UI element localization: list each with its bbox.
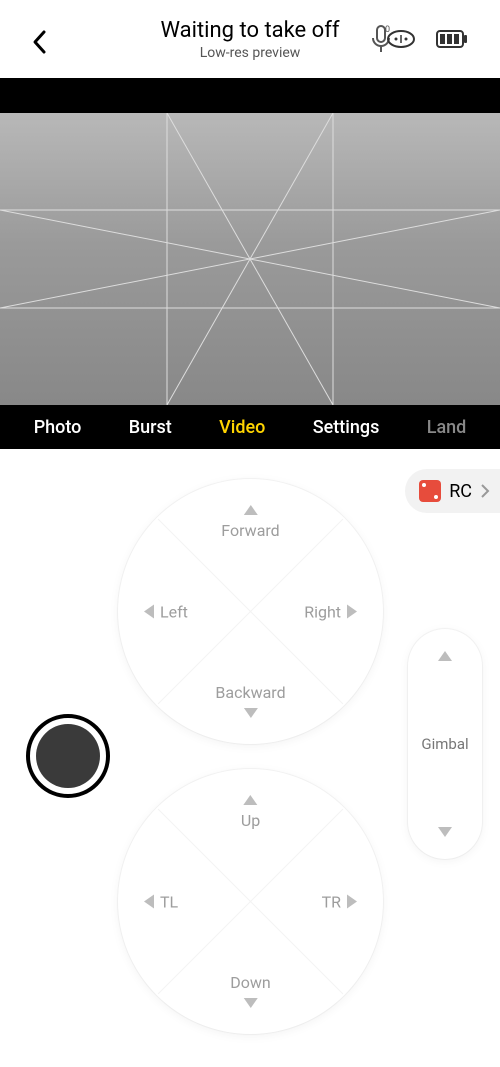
rc-icon: [419, 480, 441, 502]
video-feed[interactable]: [0, 113, 500, 405]
triangle-down-icon: [244, 708, 258, 718]
triangle-left-icon: [144, 895, 154, 909]
gimbal-down-icon[interactable]: [438, 827, 452, 837]
record-inner: [36, 724, 100, 788]
tab-land[interactable]: Land: [427, 417, 467, 438]
tr-label: TR: [322, 892, 341, 911]
triangle-up-icon: [243, 795, 257, 805]
tab-photo[interactable]: Photo: [34, 417, 82, 438]
back-button[interactable]: [30, 28, 50, 60]
tab-burst[interactable]: Burst: [129, 417, 172, 438]
left-label: Left: [160, 602, 188, 621]
down-label: Down: [230, 973, 270, 992]
altitude-joystick[interactable]: Up Down TL TR: [118, 769, 383, 1034]
tl-label: TL: [160, 892, 178, 911]
chevron-left-icon: [30, 28, 50, 56]
left-control[interactable]: Left: [144, 602, 188, 621]
right-control[interactable]: Right: [304, 602, 357, 621]
backward-control[interactable]: Backward: [215, 683, 285, 718]
triangle-up-icon: [243, 505, 257, 515]
gimbal-label: Gimbal: [421, 735, 468, 753]
controller-icon[interactable]: [386, 28, 416, 50]
turn-right-control[interactable]: TR: [322, 892, 357, 911]
forward-label: Forward: [221, 521, 279, 540]
up-label: Up: [241, 811, 260, 830]
header-icons: [386, 28, 468, 50]
triangle-left-icon: [144, 605, 154, 619]
controls-area: RC Forward Backward Left Right G: [0, 449, 500, 1067]
forward-control[interactable]: Forward: [221, 505, 279, 540]
gimbal-up-icon[interactable]: [438, 651, 452, 661]
direction-joystick[interactable]: Forward Backward Left Right: [118, 479, 383, 744]
triangle-right-icon: [347, 895, 357, 909]
rc-chip[interactable]: RC: [405, 469, 500, 513]
camera-preview: Photo Burst Video Settings Land: [0, 78, 500, 449]
turn-left-control[interactable]: TL: [144, 892, 178, 911]
backward-label: Backward: [215, 683, 285, 702]
gimbal-control[interactable]: Gimbal: [408, 629, 482, 859]
triangle-down-icon: [243, 998, 257, 1008]
rc-label: RC: [449, 481, 472, 502]
up-control[interactable]: Up: [241, 795, 260, 830]
record-button[interactable]: [26, 714, 110, 798]
mode-tabs: Photo Burst Video Settings Land: [0, 405, 500, 449]
chevron-right-icon: [480, 483, 490, 499]
header: Waiting to take off Low-res preview 0: [0, 0, 500, 78]
grid-overlay: [0, 113, 500, 405]
right-label: Right: [304, 602, 341, 621]
battery-icon[interactable]: [436, 29, 468, 49]
tab-settings[interactable]: Settings: [313, 417, 380, 438]
triangle-right-icon: [347, 605, 357, 619]
down-control[interactable]: Down: [230, 973, 270, 1008]
tab-video[interactable]: Video: [219, 417, 265, 438]
